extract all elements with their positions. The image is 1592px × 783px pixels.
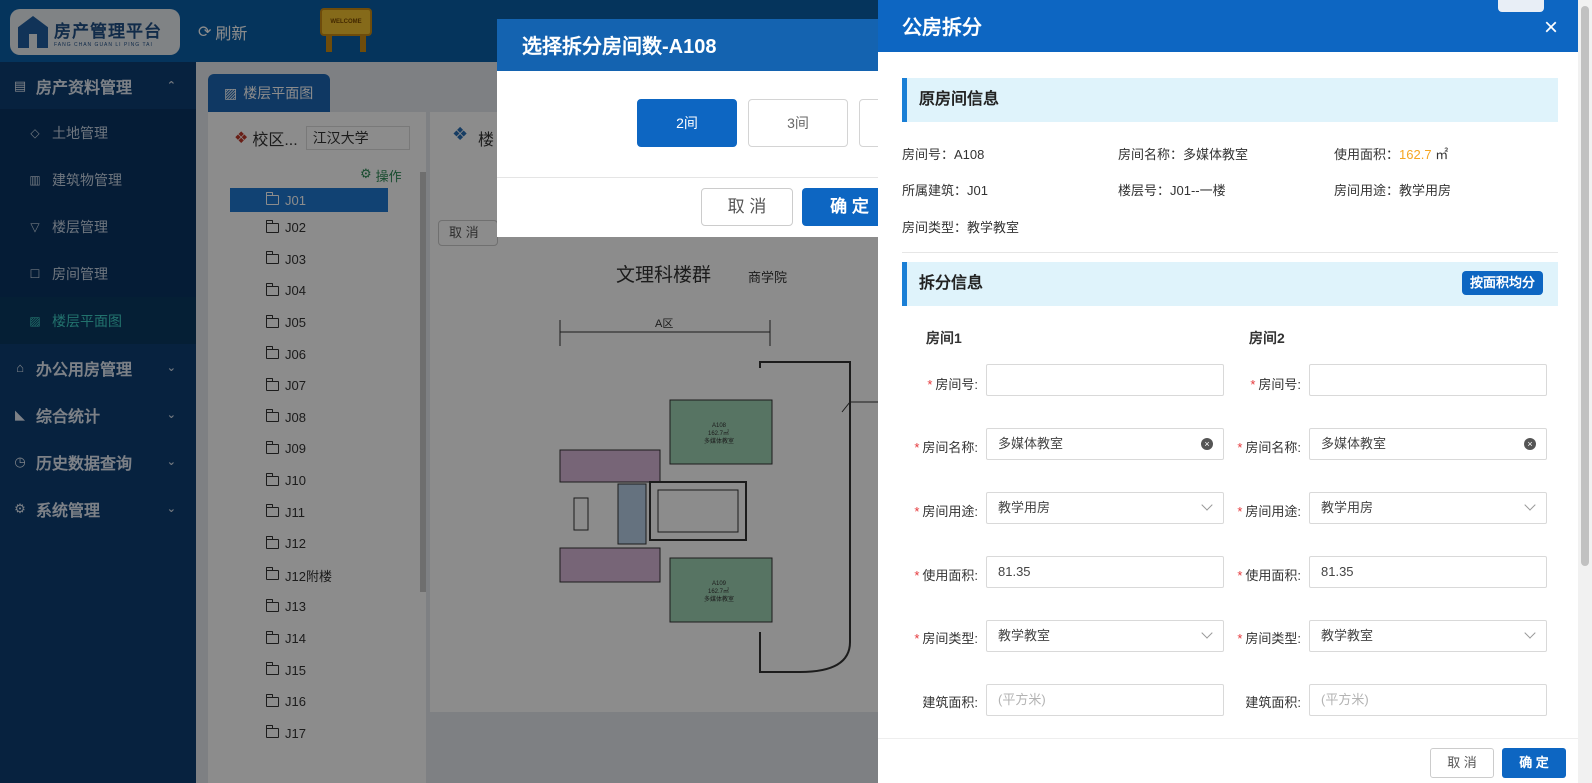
room2-usage-label: * 房间用途:: [1237, 504, 1301, 519]
room2-type-label: * 房间类型:: [1237, 631, 1301, 646]
room2-build-area-input[interactable]: (平方米): [1309, 684, 1547, 716]
room1-area-input[interactable]: 81.35: [986, 556, 1224, 588]
dialog-footer: 取 消 确 定: [497, 177, 897, 237]
option-3-rooms[interactable]: 3间: [748, 99, 848, 147]
split-info-section-title: 拆分信息: [919, 275, 984, 292]
room1-name-label: * 房间名称:: [914, 440, 978, 455]
option-2-rooms[interactable]: 2间: [637, 99, 737, 147]
room2-title: 房间2: [1249, 330, 1285, 346]
room1-type-label: * 房间类型:: [914, 631, 978, 646]
close-icon[interactable]: ×: [1544, 0, 1558, 56]
room2-type-select[interactable]: 教学教室: [1309, 620, 1547, 652]
drawer-footer: 取 消 确 定: [878, 738, 1578, 783]
drawer-title: 公房拆分: [902, 17, 982, 39]
corner-decoration: [1498, 0, 1544, 12]
scrollbar-thumb[interactable]: [1581, 6, 1589, 566]
drawer-scrollbar[interactable]: [1578, 0, 1592, 783]
room2-no-input[interactable]: [1309, 364, 1547, 396]
split-room-drawer: 公房拆分 × 原房间信息 房间号：A108 房间名称：多媒体教室 使用面积：16…: [878, 0, 1592, 783]
split-info-section: 拆分信息 按面积均分: [902, 262, 1558, 306]
room1-no-input[interactable]: [986, 364, 1224, 396]
drawer-confirm-button[interactable]: 确 定: [1502, 748, 1566, 778]
room1-title: 房间1: [926, 330, 962, 346]
chevron-down-icon: [1524, 627, 1536, 639]
split-by-area-button[interactable]: 按面积均分: [1461, 271, 1543, 295]
original-info-section-title: 原房间信息: [902, 78, 1558, 122]
dialog-title: 选择拆分房间数-A108: [497, 19, 897, 71]
original-area: 使用面积：162.7 ㎡: [1334, 147, 1449, 162]
room2-name-input[interactable]: 多媒体教室 ×: [1309, 428, 1547, 460]
original-floor: 楼层号：J01--一楼: [1118, 183, 1226, 198]
original-room-no: 房间号：A108: [902, 147, 985, 162]
drawer-cancel-button[interactable]: 取 消: [1430, 748, 1494, 778]
original-usage: 房间用途：教学用房: [1334, 183, 1452, 198]
room1-type-select[interactable]: 教学教室: [986, 620, 1224, 652]
original-type: 房间类型：教学教室: [902, 220, 1020, 235]
room2-usage-select[interactable]: 教学用房: [1309, 492, 1547, 524]
clear-icon[interactable]: ×: [1201, 438, 1213, 450]
room1-build-area-input[interactable]: (平方米): [986, 684, 1224, 716]
drawer-header: 公房拆分 ×: [878, 0, 1592, 52]
original-room-name: 房间名称：多媒体教室: [1118, 147, 1249, 162]
room1-usage-select[interactable]: 教学用房: [986, 492, 1224, 524]
room1-usage-label: * 房间用途:: [914, 504, 978, 519]
section-divider: [902, 252, 1558, 253]
original-building: 所属建筑：J01: [902, 183, 988, 198]
room1-name-input[interactable]: 多媒体教室 ×: [986, 428, 1224, 460]
clear-icon[interactable]: ×: [1524, 438, 1536, 450]
chevron-down-icon: [1201, 627, 1213, 639]
chevron-down-icon: [1524, 499, 1536, 511]
room2-area-label: * 使用面积:: [1237, 568, 1301, 583]
room2-build-area-label: 建筑面积:: [1245, 695, 1301, 710]
room1-area-label: * 使用面积:: [914, 568, 978, 583]
room1-no-label: * 房间号:: [927, 377, 978, 392]
choose-split-count-dialog: 选择拆分房间数-A108 2间 3间 取 消 确 定: [497, 19, 959, 237]
cancel-button[interactable]: 取 消: [701, 188, 793, 226]
room2-area-input[interactable]: 81.35: [1309, 556, 1547, 588]
room2-no-label: * 房间号:: [1250, 377, 1301, 392]
room1-build-area-label: 建筑面积:: [922, 695, 978, 710]
room2-name-label: * 房间名称:: [1237, 440, 1301, 455]
chevron-down-icon: [1201, 499, 1213, 511]
